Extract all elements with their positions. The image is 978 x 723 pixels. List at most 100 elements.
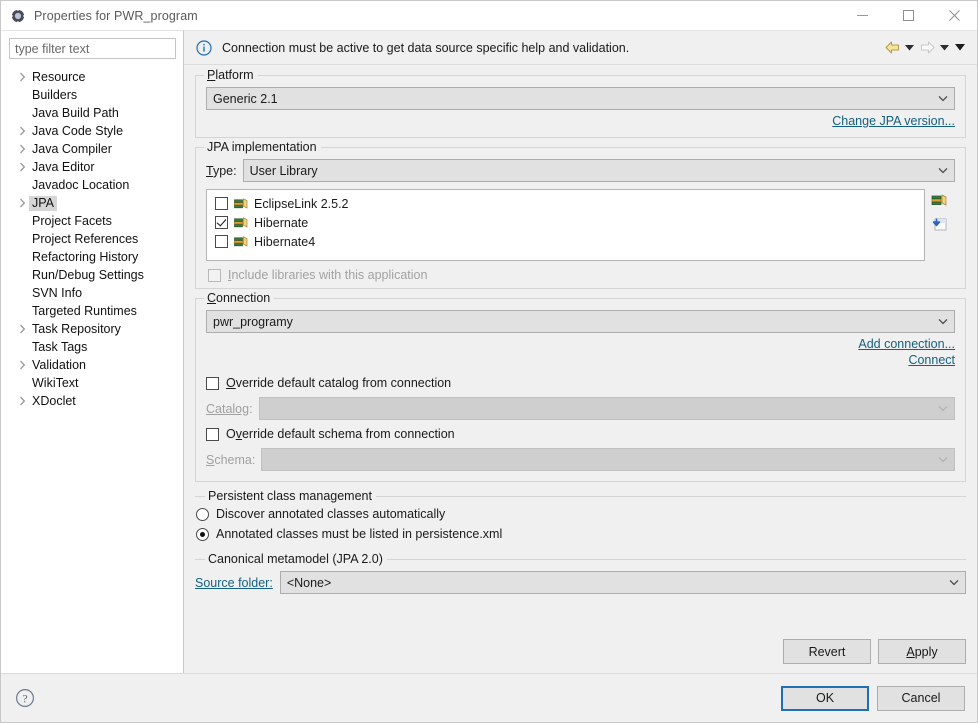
sidebar-item-java-compiler[interactable]: Java Compiler: [1, 140, 183, 158]
chevron-right-icon[interactable]: [15, 324, 29, 334]
include-libraries-row: Include libraries with this application: [208, 268, 955, 282]
user-libraries-icon[interactable]: [931, 192, 949, 209]
maximize-button[interactable]: [885, 1, 931, 30]
library-checkbox[interactable]: [215, 197, 228, 210]
source-folder-row: Source folder: <None>: [195, 571, 966, 594]
sidebar-item-java-code-style[interactable]: Java Code Style: [1, 122, 183, 140]
back-arrow-icon[interactable]: [882, 39, 902, 57]
sidebar-item-jpa[interactable]: JPA: [1, 194, 183, 212]
jpa-type-label: Type:: [206, 163, 237, 178]
apply-button-label: Apply: [906, 644, 938, 659]
persistent-class-option[interactable]: Discover annotated classes automatically: [196, 507, 966, 521]
ok-button[interactable]: OK: [781, 685, 869, 711]
library-checkbox[interactable]: [215, 235, 228, 248]
sidebar-item-label: Run/Debug Settings: [32, 267, 144, 282]
sidebar-item-wikitext[interactable]: WikiText: [1, 374, 183, 392]
connect-link[interactable]: Connect: [908, 353, 955, 367]
apply-button-strip: Revert Apply: [184, 632, 977, 673]
sidebar-item-project-references[interactable]: Project References: [1, 230, 183, 248]
override-catalog-checkbox[interactable]: [206, 376, 219, 390]
navigation-buttons: [882, 39, 967, 57]
dialog-footer: ? OK Cancel: [1, 673, 977, 722]
persistent-class-radio[interactable]: [196, 527, 209, 541]
jpa-type-value: User Library: [249, 163, 318, 178]
library-stack-icon: [234, 235, 250, 249]
platform-combo[interactable]: Generic 2.1: [206, 87, 955, 110]
override-catalog-row[interactable]: Override default catalog from connection: [206, 376, 955, 390]
connection-combo[interactable]: pwr_programy: [206, 310, 955, 333]
jpa-type-row: Type: User Library: [206, 159, 955, 182]
chevron-down-icon: [934, 405, 952, 412]
sidebar-item-javadoc-location[interactable]: Javadoc Location: [1, 176, 183, 194]
override-catalog-label-rest: verride default catalog from connection: [235, 376, 452, 390]
minimize-button[interactable]: [839, 1, 885, 30]
revert-button[interactable]: Revert: [783, 639, 871, 664]
persistent-class-option[interactable]: Annotated classes must be listed in pers…: [196, 527, 966, 541]
library-list-item[interactable]: Hibernate: [207, 213, 924, 232]
persistent-class-radio[interactable]: [196, 507, 209, 521]
cancel-button[interactable]: Cancel: [877, 685, 965, 711]
change-jpa-version-link[interactable]: Change JPA version...: [832, 114, 955, 128]
sidebar-item-task-repository[interactable]: Task Repository: [1, 320, 183, 338]
apply-button[interactable]: Apply: [878, 639, 966, 664]
chevron-right-icon[interactable]: [15, 198, 29, 208]
sidebar-item-java-build-path[interactable]: Java Build Path: [1, 104, 183, 122]
library-list-item[interactable]: Hibernate4: [207, 232, 924, 251]
chevron-right-icon[interactable]: [15, 360, 29, 370]
sidebar-item-task-tags[interactable]: Task Tags: [1, 338, 183, 356]
sidebar-item-label: Targeted Runtimes: [32, 303, 137, 318]
source-folder-value: <None>: [286, 575, 332, 590]
library-label: Hibernate: [254, 215, 309, 230]
library-list-item[interactable]: EclipseLink 2.5.2: [207, 194, 924, 213]
jpa-type-combo[interactable]: User Library: [242, 159, 955, 182]
sidebar-item-targeted-runtimes[interactable]: Targeted Runtimes: [1, 302, 183, 320]
library-listbox[interactable]: EclipseLink 2.5.2 Hibernate Hibernate4: [206, 189, 925, 261]
sidebar-item-builders[interactable]: Builders: [1, 86, 183, 104]
chevron-right-icon[interactable]: [15, 162, 29, 172]
chevron-down-icon: [934, 318, 952, 325]
window-title: Properties for PWR_program: [34, 8, 198, 23]
sidebar-item-label: SVN Info: [32, 285, 83, 300]
download-library-icon[interactable]: [931, 216, 949, 233]
chevron-down-icon: [934, 456, 952, 463]
sidebar-item-resource[interactable]: Resource: [1, 68, 183, 86]
override-schema-checkbox[interactable]: [206, 427, 219, 441]
persistent-class-option-label: Discover annotated classes automatically: [216, 507, 446, 521]
source-folder-combo[interactable]: <None>: [279, 571, 966, 594]
canonical-metamodel-group: Canonical metamodel (JPA 2.0) Source fol…: [195, 552, 966, 600]
sidebar-item-validation[interactable]: Validation: [1, 356, 183, 374]
sidebar-item-xdoclet[interactable]: XDoclet: [1, 392, 183, 410]
add-connection-link[interactable]: Add connection...: [858, 337, 955, 351]
gear-icon: [10, 7, 26, 24]
view-menu-caret-icon[interactable]: [952, 39, 967, 57]
sidebar-item-project-facets[interactable]: Project Facets: [1, 212, 183, 230]
help-icon[interactable]: ?: [15, 688, 35, 708]
sidebar-item-run-debug-settings[interactable]: Run/Debug Settings: [1, 266, 183, 284]
filter-input[interactable]: [9, 38, 176, 59]
platform-group-label: Platform: [204, 68, 258, 82]
library-checkbox[interactable]: [215, 216, 228, 229]
sidebar-item-svn-info[interactable]: SVN Info: [1, 284, 183, 302]
library-stack-icon: [234, 197, 250, 211]
include-libraries-label: Include libraries with this application: [228, 268, 428, 282]
override-schema-row[interactable]: Override default schema from connection: [206, 427, 955, 441]
chevron-right-icon[interactable]: [15, 72, 29, 82]
source-folder-link[interactable]: Source folder:: [195, 576, 273, 590]
back-dropdown-caret-icon[interactable]: [902, 39, 917, 57]
sidebar-item-label: Builders: [32, 87, 78, 102]
sidebar-item-refactoring-history[interactable]: Refactoring History: [1, 248, 183, 266]
persistent-class-management-label: Persistent class management: [205, 489, 376, 503]
chevron-right-icon[interactable]: [15, 396, 29, 406]
chevron-right-icon[interactable]: [15, 144, 29, 154]
persistent-class-options: Discover annotated classes automatically…: [195, 507, 966, 541]
sidebar-item-label: Refactoring History: [32, 249, 139, 264]
forward-dropdown-caret-icon[interactable]: [937, 39, 952, 57]
platform-value: Generic 2.1: [213, 91, 278, 106]
settings-sidebar: Resource Builders Java Build Path Java Code…: [1, 30, 184, 673]
sidebar-item-java-editor[interactable]: Java Editor: [1, 158, 183, 176]
chevron-right-icon[interactable]: [15, 126, 29, 136]
sidebar-item-label: Project Facets: [32, 213, 112, 228]
dialog-body: Resource Builders Java Build Path Java Code…: [1, 30, 977, 673]
library-list-area: EclipseLink 2.5.2 Hibernate Hibernate4: [206, 189, 955, 261]
close-button[interactable]: [931, 1, 977, 30]
